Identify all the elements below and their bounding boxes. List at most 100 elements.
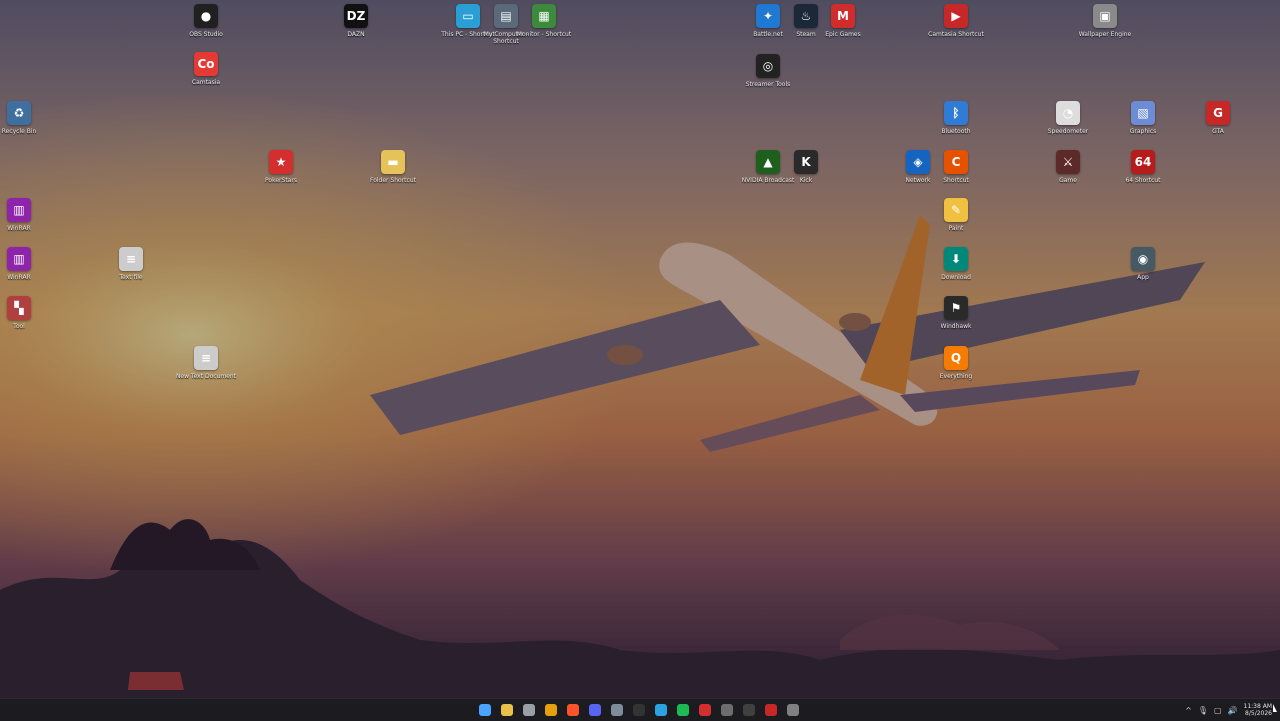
desktop-icon[interactable]: ≡ Text file: [99, 247, 163, 281]
photos-icon: ▣: [1093, 4, 1117, 28]
desktop-icon[interactable]: ◎ Streamer Tools: [736, 54, 800, 88]
taskbar-telegram-button[interactable]: [652, 701, 670, 719]
desktop-icon[interactable]: ▥ WinRAR: [0, 198, 51, 232]
clock-time: 11:38 AM: [1243, 703, 1272, 710]
taskbar-chrome-button[interactable]: [542, 701, 560, 719]
recycle-bin-icon: ♻: [7, 101, 31, 125]
bluetooth-icon: ᛒ: [944, 101, 968, 125]
graphics-icon: ▧: [1131, 101, 1155, 125]
browser-icon: [611, 704, 623, 716]
desktop-icon-label: Monitor - Shortcut: [516, 31, 572, 38]
desktop-icon-label: Paint: [948, 225, 964, 232]
taskbar-spotify-button[interactable]: [674, 701, 692, 719]
network-icon[interactable]: ▢: [1214, 706, 1222, 715]
desktop-icon-label: DAZN: [347, 31, 365, 38]
desktop-icon[interactable]: ✎ Paint: [924, 198, 988, 232]
desktop-icon[interactable]: K Kick: [774, 150, 838, 184]
tool-icon: ▚: [7, 296, 31, 320]
recorder-icon: ▶: [944, 4, 968, 28]
kick-icon: K: [794, 150, 818, 174]
camtasia-icon: Co: [194, 52, 218, 76]
desktop-icon[interactable]: ≡ New Text Document: [174, 346, 238, 380]
notes-icon: [721, 704, 733, 716]
desktop-icon[interactable]: Q Everything: [924, 346, 988, 380]
desktop-icon[interactable]: ▥ WinRAR: [0, 247, 51, 281]
taskbar-browser-button[interactable]: [608, 701, 626, 719]
desktop-icon-label: Speedometer: [1047, 128, 1089, 135]
desktop-icon-label: Recycle Bin: [1, 128, 37, 135]
dazn-icon: DZ: [344, 4, 368, 28]
desktop-icon[interactable]: ▧ Graphics: [1111, 101, 1175, 135]
desktop-icon[interactable]: ▶ Camtasia Shortcut: [924, 4, 988, 38]
desktop-icon-label: Wallpaper Engine: [1078, 31, 1132, 38]
file-explorer-icon: [501, 704, 513, 716]
desktop-icon[interactable]: ◉ App: [1111, 247, 1175, 281]
taskbar-game-bar-button[interactable]: [740, 701, 758, 719]
desktop-icon-label: App: [1137, 274, 1149, 281]
taskbar-app-button[interactable]: [784, 701, 802, 719]
taskbar-record-button[interactable]: [762, 701, 780, 719]
desktop-icon-label: Text file: [119, 274, 143, 281]
desktop-icon-label: Bluetooth: [941, 128, 971, 135]
taskbar-start-button[interactable]: [476, 701, 494, 719]
chrome-icon: [545, 704, 557, 716]
desktop-icon[interactable]: C Shortcut: [924, 150, 988, 184]
taskbar-obs-button[interactable]: [630, 701, 648, 719]
taskbar-settings-button[interactable]: [520, 701, 538, 719]
desktop-icon-label: Windhawk: [940, 323, 972, 330]
search-app-icon: Q: [944, 346, 968, 370]
taskbar-notes-button[interactable]: [718, 701, 736, 719]
desktop-icon[interactable]: ▦ Monitor - Shortcut: [512, 4, 576, 38]
desktop-icon-label: Kick: [799, 177, 813, 184]
taskbar-discord-button[interactable]: [586, 701, 604, 719]
brave-icon: [567, 704, 579, 716]
discord-icon: [589, 704, 601, 716]
start-icon: [479, 704, 491, 716]
desktop-icon-label: Epic Games: [825, 31, 861, 38]
volume-icon[interactable]: 🔊: [1228, 706, 1238, 715]
taskbar-brave-button[interactable]: [564, 701, 582, 719]
game-client-icon: M: [831, 4, 855, 28]
taskbar: ^ 🎙 ▢ 🔊 11:38 AM 8/5/2026: [0, 698, 1280, 721]
desktop-icon[interactable]: ⚑ Windhawk: [924, 296, 988, 330]
microphone-icon[interactable]: 🎙: [1198, 706, 1208, 715]
desktop-icon[interactable]: ♻ Recycle Bin: [0, 101, 51, 135]
opera-icon: [699, 704, 711, 716]
system-tray: ^ 🎙 ▢ 🔊 11:38 AM 8/5/2026: [1185, 699, 1272, 721]
taskbar-opera-button[interactable]: [696, 701, 714, 719]
desktop-icon-label: Shortcut: [943, 177, 969, 184]
desktop-icon[interactable]: ▬ Folder Shortcut: [361, 150, 425, 184]
desktop-icon[interactable]: ★ PokerStars: [249, 150, 313, 184]
desktop-icon[interactable]: ● OBS Studio: [174, 4, 238, 38]
desktop-icon[interactable]: ◔ Speedometer: [1036, 101, 1100, 135]
desktop-icon[interactable]: ▣ Wallpaper Engine: [1073, 4, 1137, 38]
desktop-icon-label: GTA: [1212, 128, 1224, 135]
desktop-icon[interactable]: ⬇ Download: [924, 247, 988, 281]
desktop-icon[interactable]: ⚔ Game: [1036, 150, 1100, 184]
desktop-icon-label: WinRAR: [7, 274, 31, 281]
desktop-icon[interactable]: ᛒ Bluetooth: [924, 101, 988, 135]
desktop-icon-label: Streamer Tools: [745, 81, 791, 88]
desktop-icon[interactable]: ▚ Tool: [0, 296, 51, 330]
desktop-icon-label: Download: [941, 274, 971, 281]
desktop-icon-label: Game: [1059, 177, 1077, 184]
chevron-up-icon[interactable]: ^: [1185, 706, 1192, 715]
taskbar-file-explorer-button[interactable]: [498, 701, 516, 719]
desktop-icon[interactable]: G GTA: [1186, 101, 1250, 135]
text-file-icon: ≡: [194, 346, 218, 370]
clock[interactable]: 11:38 AM 8/5/2026: [1244, 703, 1272, 717]
desktop-icon[interactable]: M Epic Games: [811, 4, 875, 38]
speedometer-icon: ◔: [1056, 101, 1080, 125]
download-icon: ⬇: [944, 247, 968, 271]
app-icon: [787, 704, 799, 716]
taskbar-pinned-apps: [476, 699, 802, 721]
desktop-icon[interactable]: 64 64 Shortcut: [1111, 150, 1175, 184]
settings-icon: [523, 704, 535, 716]
spotify-icon: [677, 704, 689, 716]
game-icon: ⚔: [1056, 150, 1080, 174]
obs-icon: ●: [194, 4, 218, 28]
winrar-icon: ▥: [7, 247, 31, 271]
pokerstars-icon: ★: [269, 150, 293, 174]
desktop-icon[interactable]: Co Camtasia: [174, 52, 238, 86]
desktop-icon[interactable]: DZ DAZN: [324, 4, 388, 38]
